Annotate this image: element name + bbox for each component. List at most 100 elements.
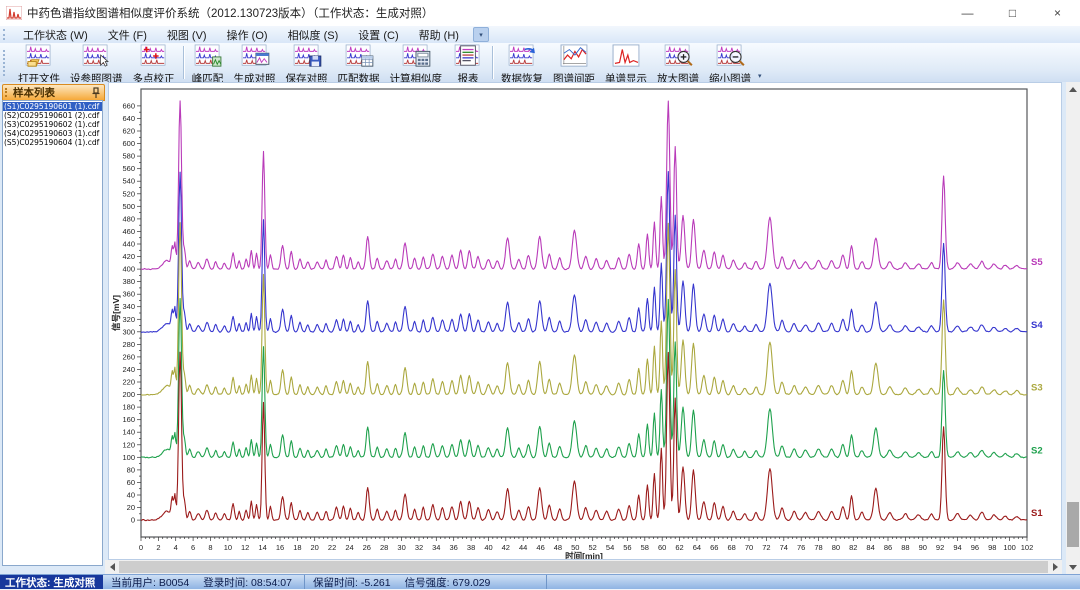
svg-text:0: 0 [131,516,135,525]
svg-text:78: 78 [814,543,822,552]
menu-grip-handle[interactable] [3,29,10,41]
svg-text:102: 102 [1021,543,1034,552]
match-data-button[interactable]: 匹配数据 [333,43,385,82]
app-logo-chromatogram-icon [6,6,22,20]
menu-item-5[interactable]: 相似度 (S) [278,26,349,43]
zoom-out-button[interactable]: 缩小图谱 [704,43,756,82]
single-display-button[interactable]: 单谱显示 [600,43,652,82]
sample-list-header: 样本列表 [2,84,105,101]
close-button[interactable]: × [1035,0,1080,26]
menu-overflow-icon[interactable]: ▾ [473,27,489,42]
status-current-user: 当前用户: B0054 [111,575,189,590]
y-axis-label: 信号[mV] [111,295,121,331]
status-session: 当前用户: B0054 登录时间: 08:54:07 [103,575,305,589]
generate-reference-button[interactable]: 生成对照 [229,43,281,82]
svg-text:12: 12 [241,543,249,552]
svg-text:440: 440 [122,240,135,249]
toolbar-overflow-icon[interactable]: ▾ [758,72,762,80]
svg-text:520: 520 [122,189,135,198]
svg-text:340: 340 [122,302,135,311]
toolbar-grip-handle[interactable] [3,50,10,76]
zoom-out-icon [714,44,746,73]
save-reference-button[interactable]: 保存对照 [281,43,333,82]
chromatogram-plot[interactable]: 0246810121416182022242628303234363840424… [109,83,1061,559]
horizontal-scrollbar[interactable] [105,560,1062,574]
report-button[interactable]: 报表 [447,43,489,82]
report-icon [452,44,484,73]
sample-list-item-1[interactable]: (S1)C0295190601 (1).cdf [3,102,102,111]
svg-text:32: 32 [415,543,423,552]
window-controls: —□× [945,0,1080,26]
menu-item-4[interactable]: 操作 (O) [217,26,278,43]
sample-list-item-2[interactable]: (S2)C0295190601 (2).cdf [3,111,102,120]
trace-label-S5: S5 [1031,257,1043,268]
svg-text:56: 56 [623,543,631,552]
set-reference-button[interactable]: 设参照图谱 [65,43,128,82]
svg-text:54: 54 [606,543,614,552]
zoom-in-button[interactable]: 放大图谱 [652,43,704,82]
sample-list-item-3[interactable]: (S3)C0295190602 (1).cdf [3,120,102,129]
scroll-right-icon[interactable] [1048,560,1062,574]
window-title: 中药色谱指纹图谱相似度评价系统（2012.130723版本）（工作状态：生成对照… [27,5,433,21]
scroll-down-icon[interactable] [1066,560,1080,574]
svg-text:72: 72 [762,543,770,552]
generate-reference-icon [239,44,271,73]
horizontal-scroll-thumb[interactable] [119,561,1048,573]
svg-text:400: 400 [122,265,135,274]
svg-text:540: 540 [122,177,135,186]
svg-text:460: 460 [122,227,135,236]
menu-item-1[interactable]: 工作状态 (W) [13,26,98,43]
svg-text:0: 0 [139,543,143,552]
toolbar-group-1: 打开文件设参照图谱多点校正 [13,43,180,82]
svg-text:80: 80 [832,543,840,552]
toolbar-group-2: 峰匹配生成对照保存对照匹配数据计算相似度报表 [187,43,490,82]
spectra-spacing-button[interactable]: 图谱间距 [548,43,600,82]
menu-item-3[interactable]: 视图 (V) [157,26,217,43]
svg-text:560: 560 [122,164,135,173]
sample-list-item-5[interactable]: (S5)C0295190604 (1).cdf [3,138,102,147]
svg-text:240: 240 [122,365,135,374]
trace-label-S2: S2 [1031,445,1043,456]
svg-text:22: 22 [328,543,336,552]
maximize-button[interactable]: □ [990,0,1035,26]
sample-list-item-4[interactable]: (S4)C0295190603 (1).cdf [3,129,102,138]
pin-icon[interactable] [91,87,101,99]
open-file-button[interactable]: 打开文件 [13,43,65,82]
svg-text:26: 26 [363,543,371,552]
minimize-button[interactable]: — [945,0,990,26]
peak-match-button[interactable]: 峰匹配 [187,43,229,82]
status-cursor-readout: 保留时间: -5.261 信号强度: 679.029 [305,575,547,589]
panel-grip-handle [5,88,10,97]
svg-text:62: 62 [675,543,683,552]
multipoint-correction-button[interactable]: 多点校正 [128,43,180,82]
status-mode: 工作状态: 生成对照 [0,575,103,589]
toolbar-separator [183,46,184,79]
svg-text:96: 96 [971,543,979,552]
svg-text:86: 86 [884,543,892,552]
svg-text:140: 140 [122,428,135,437]
calc-similarity-button[interactable]: 计算相似度 [385,43,448,82]
spectra-spacing-icon [558,44,590,73]
vertical-scroll-thumb[interactable] [1067,502,1079,547]
menu-item-7[interactable]: 帮助 (H) [409,26,469,43]
svg-text:60: 60 [658,543,666,552]
svg-text:84: 84 [866,543,874,552]
status-signal: 信号强度: 679.029 [405,575,491,590]
scroll-up-icon[interactable] [1066,82,1080,96]
vertical-scrollbar[interactable] [1066,82,1080,574]
svg-text:42: 42 [502,543,510,552]
svg-text:40: 40 [484,543,492,552]
calc-similarity-icon [400,44,432,73]
svg-text:70: 70 [745,543,753,552]
menu-item-2[interactable]: 文件 (F) [98,26,157,43]
scroll-left-icon[interactable] [105,560,119,574]
single-display-icon [610,44,642,73]
match-data-icon [343,44,375,73]
data-restore-button[interactable]: 数据恢复 [496,43,548,82]
svg-text:660: 660 [122,101,135,110]
x-axis: 0246810121416182022242628303234363840424… [139,537,1033,559]
toolbar-group-3: 数据恢复图谱间距单谱显示放大图谱缩小图谱 [496,43,756,82]
plot-border [141,89,1027,537]
peak-match-icon [192,44,224,73]
menu-item-6[interactable]: 设置 (C) [348,26,408,43]
